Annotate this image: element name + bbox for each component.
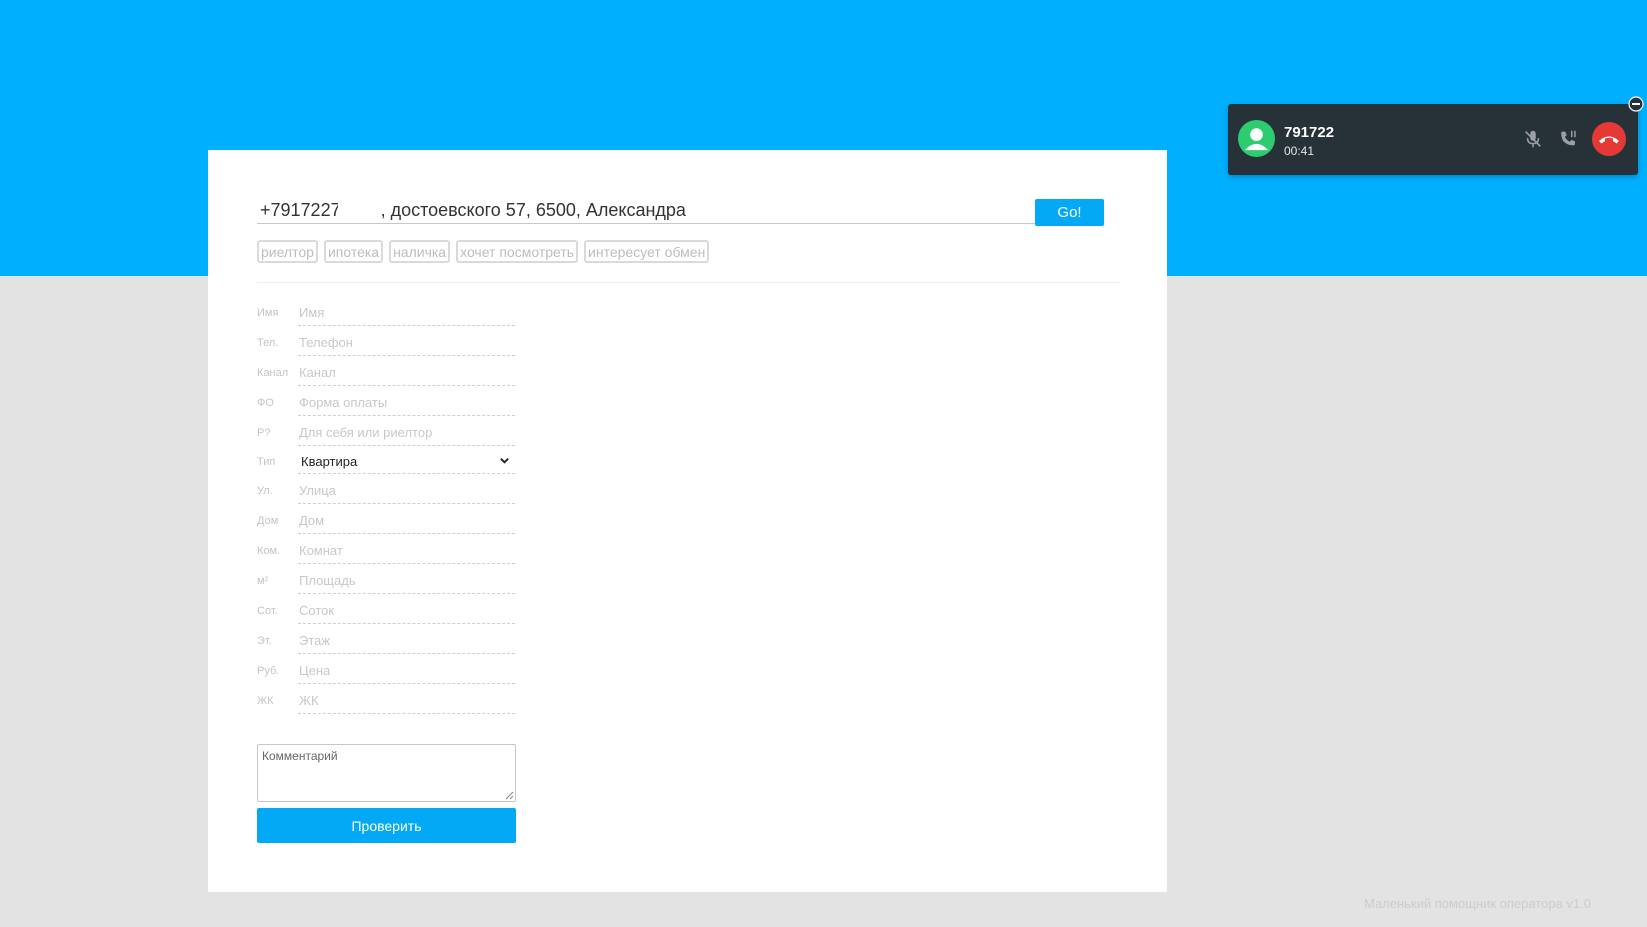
field-acres: Сот. <box>257 598 517 624</box>
area-input[interactable] <box>298 568 515 594</box>
field-street: Ул. <box>257 478 517 504</box>
tag-list: риелтор ипотека наличка хочет посмотреть инт… <box>257 240 715 265</box>
field-label: Тип <box>257 456 276 468</box>
field-realtor: Р? <box>257 420 517 446</box>
field-label: Эт. <box>257 635 272 647</box>
comment-textarea[interactable] <box>257 744 516 802</box>
tag-cash[interactable]: наличка <box>389 240 451 263</box>
minus-circle-icon[interactable] <box>1628 96 1644 112</box>
field-label: Ком. <box>257 545 281 557</box>
name-input[interactable] <box>298 300 515 326</box>
complex-input[interactable] <box>298 688 515 714</box>
field-complex: ЖК <box>257 688 517 714</box>
field-label: ФО <box>257 397 274 409</box>
realtor-input[interactable] <box>298 420 515 446</box>
field-label: Руб. <box>257 665 280 677</box>
user-avatar-icon <box>1238 120 1275 157</box>
go-button[interactable]: Go! <box>1035 199 1104 226</box>
field-payment-form: ФО <box>257 390 517 416</box>
field-label: Тел. <box>257 337 279 349</box>
channel-input[interactable] <box>298 360 515 386</box>
field-type: Тип Квартира <box>257 449 517 475</box>
field-house: Дом <box>257 508 517 534</box>
operator-card: Go! риелторипотеканаличкахочет посмотрет… <box>208 150 1167 892</box>
rooms-input[interactable] <box>298 538 515 564</box>
field-label: Канал <box>257 367 289 379</box>
field-label: м² <box>257 575 269 587</box>
acres-input[interactable] <box>298 598 515 624</box>
floor-input[interactable] <box>298 628 515 654</box>
check-button[interactable]: Проверить <box>257 808 516 843</box>
caller-number: 791722 <box>1284 124 1335 141</box>
field-label: Сот. <box>257 605 278 617</box>
field-label: ЖК <box>257 695 274 707</box>
field-label: Дом <box>257 515 279 527</box>
field-label: Р? <box>257 427 271 439</box>
tag-mortgage[interactable]: ипотека <box>323 240 384 263</box>
redaction-mask <box>338 202 378 222</box>
phone-input[interactable] <box>298 330 515 356</box>
field-channel: Канал <box>257 360 517 386</box>
tag-wants-to-view[interactable]: хочет посмотреть <box>456 240 579 263</box>
payment-form-input[interactable] <box>298 390 515 416</box>
type-select[interactable]: Квартира <box>298 449 515 474</box>
resize-grip-icon[interactable] <box>504 790 514 800</box>
field-label: Ул. <box>257 485 273 497</box>
type-select-value: Квартира <box>301 454 358 469</box>
footer-version: Маленький помощник оператора v1.0 <box>1363 896 1591 911</box>
call-widget: 791722 00:41 <box>1228 104 1638 175</box>
tag-interested-in-exchange[interactable]: интересует обмен <box>584 240 710 263</box>
chevron-down-icon <box>500 458 509 464</box>
field-phone: Тел. <box>257 330 517 356</box>
tag-realtor[interactable]: риелтор <box>257 240 318 263</box>
field-label: Имя <box>257 307 279 319</box>
field-name: Имя <box>257 300 517 326</box>
field-floor: Эт. <box>257 628 517 654</box>
street-input[interactable] <box>298 478 515 504</box>
house-input[interactable] <box>298 508 515 534</box>
mic-off-icon[interactable] <box>1522 128 1544 150</box>
divider <box>257 282 1120 283</box>
field-area: м² <box>257 568 517 594</box>
field-price: Руб. <box>257 658 517 684</box>
price-input[interactable] <box>298 658 515 684</box>
field-rooms: Ком. <box>257 538 517 564</box>
phone-transfer-icon[interactable] <box>1558 128 1580 150</box>
call-timer: 00:41 <box>1284 144 1315 158</box>
hangup-icon[interactable] <box>1592 122 1626 156</box>
